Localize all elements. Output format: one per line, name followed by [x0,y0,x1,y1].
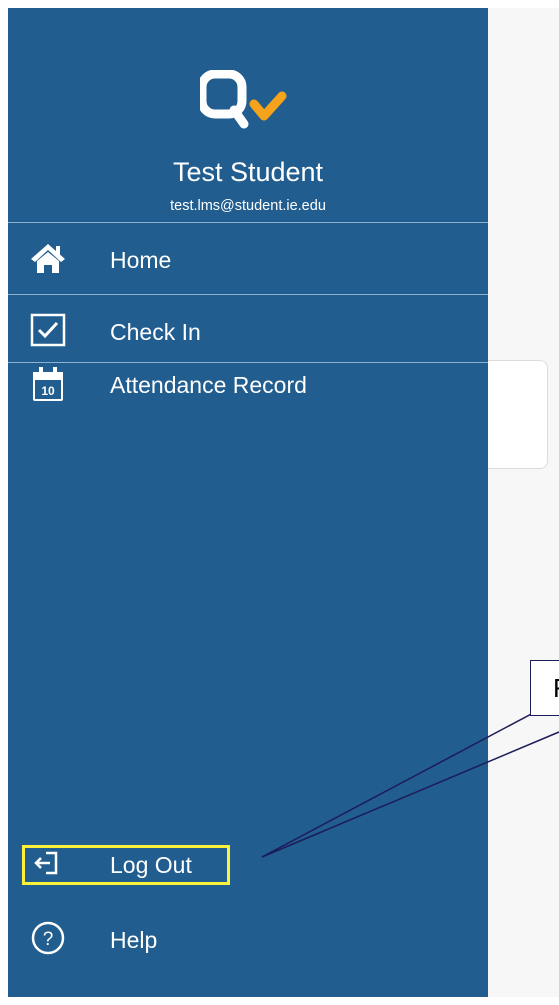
help-icon: ? [31,921,65,955]
nav-label-check-in: Check In [110,319,201,345]
user-name: Test Student [172,157,324,187]
nav-item-home[interactable]: Home [8,228,488,288]
nav-label-attendance-record: Attendance Record [110,372,307,398]
divider [8,294,488,295]
annotation-callout: F [530,660,559,716]
nav-label-home: Home [110,247,172,273]
nav-label-help: Help [110,927,158,953]
calendar-icon-date: 10 [41,384,55,398]
divider [8,222,488,223]
divider [8,362,488,363]
logout-highlight-box [22,845,230,885]
help-icon-glyph: ? [43,929,54,950]
nav-item-help[interactable]: ? Help [8,910,488,970]
user-email: test.lms@student.ie.edu [170,198,326,214]
app-logo [200,70,287,129]
nav-item-attendance-record[interactable]: 10 Attendance Record [8,366,488,426]
checkbox-icon [30,313,66,347]
calendar-icon: 10 [33,367,63,401]
nav-item-check-in[interactable]: Check In [8,300,488,360]
home-icon [31,244,65,273]
